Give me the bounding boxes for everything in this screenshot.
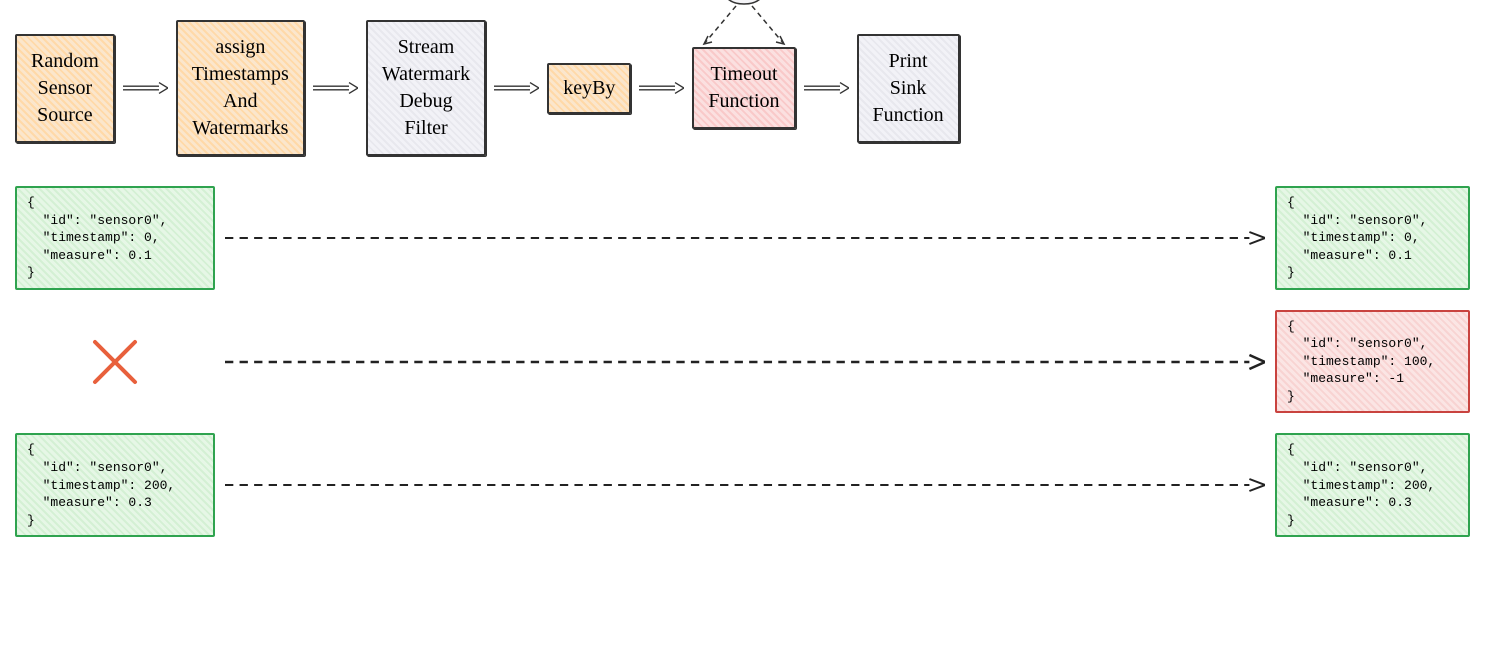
json-event-input: { "id": "sensor0", "timestamp": 0, "meas… [15, 186, 215, 290]
json-event-output: { "id": "sensor0", "timestamp": 200, "me… [1275, 433, 1470, 537]
flow-row: { "id": "sensor0", "timestamp": 0, "meas… [15, 186, 1470, 290]
timeout-cell: State Timeout Function [692, 47, 795, 129]
flows-container: { "id": "sensor0", "timestamp": 0, "meas… [15, 186, 1470, 537]
node-print-sink-function: Print Sink Function [857, 34, 960, 143]
dashed-arrow-icon [225, 228, 1265, 248]
state-annotation: State [664, 0, 824, 47]
arrow-icon [804, 78, 849, 98]
cross-icon [90, 337, 140, 387]
json-event-output: { "id": "sensor0", "timestamp": 0, "meas… [1275, 186, 1470, 290]
dashed-arrow-icon [225, 352, 1265, 372]
pipeline-row: Random Sensor Source assign Timestamps A… [15, 20, 1470, 156]
json-event-timeout: { "id": "sensor0", "timestamp": 100, "me… [1275, 310, 1470, 414]
node-stream-watermark-debug-filter: Stream Watermark Debug Filter [366, 20, 486, 156]
node-assign-timestamps-watermarks: assign Timestamps And Watermarks [176, 20, 305, 156]
arrow-icon [639, 78, 684, 98]
node-timeout-function: Timeout Function [692, 47, 795, 129]
arrow-icon [313, 78, 358, 98]
arrow-icon [123, 78, 168, 98]
flow-row: { "id": "sensor0", "timestamp": 200, "me… [15, 433, 1470, 537]
arrow-icon [494, 78, 539, 98]
node-keyby: keyBy [547, 63, 631, 114]
json-event-input: { "id": "sensor0", "timestamp": 200, "me… [15, 433, 215, 537]
node-random-sensor-source: Random Sensor Source [15, 34, 115, 143]
dashed-arrow-icon [225, 475, 1265, 495]
flow-row: { "id": "sensor0", "timestamp": 100, "me… [15, 310, 1470, 414]
